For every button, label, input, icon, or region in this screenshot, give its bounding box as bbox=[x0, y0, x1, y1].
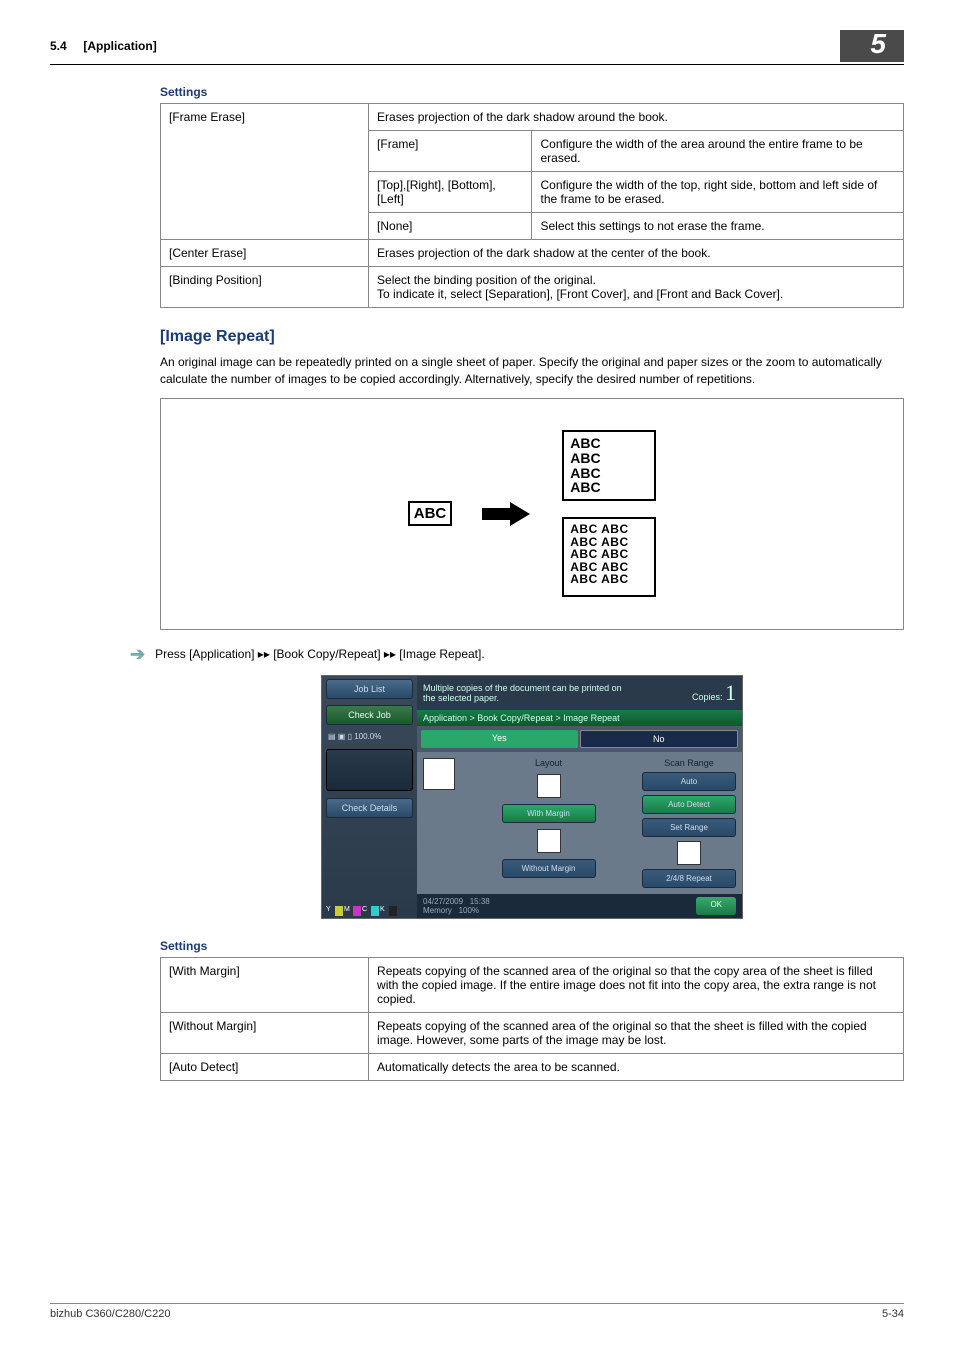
cell-frame-erase-label: [Frame Erase] bbox=[161, 104, 369, 240]
auto-button[interactable]: Auto bbox=[642, 772, 736, 791]
step-instruction: ➔ Press [Application] ▸▸ [Book Copy/Repe… bbox=[130, 644, 904, 665]
cell-with-margin-desc: Repeats copying of the scanned area of t… bbox=[369, 957, 904, 1012]
chapter-badge: 5 bbox=[840, 30, 904, 62]
scan-range-label: Scan Range bbox=[664, 758, 714, 768]
breadcrumb: Application > Book Copy/Repeat > Image R… bbox=[417, 710, 742, 726]
cell-without-margin-desc: Repeats copying of the scanned area of t… bbox=[369, 1012, 904, 1053]
ui-memory-label: Memory bbox=[423, 906, 452, 915]
without-margin-button[interactable]: Without Margin bbox=[502, 859, 596, 878]
tab-yes[interactable]: Yes bbox=[421, 730, 578, 748]
diagram-original: ABC bbox=[408, 501, 453, 526]
check-job-button[interactable]: Check Job bbox=[326, 705, 413, 725]
cell-frame-desc: Configure the width of the area around t… bbox=[532, 131, 904, 172]
cell-none-label: [None] bbox=[369, 213, 532, 240]
thumb-icon bbox=[423, 758, 455, 790]
layout-label: Layout bbox=[535, 758, 562, 768]
step-arrow-icon: ➔ bbox=[130, 644, 145, 665]
cell-none-desc: Select this settings to not erase the fr… bbox=[532, 213, 904, 240]
repeat-248-button[interactable]: 2/4/8 Repeat bbox=[642, 869, 736, 888]
cell-binding-label: [Binding Position] bbox=[161, 267, 369, 308]
image-repeat-diagram: ABC ABC ABC ABC ABC ABC ABC ABC ABC ABC … bbox=[160, 398, 904, 630]
ui-memory-pct: 100% bbox=[459, 906, 479, 915]
toner-meter bbox=[326, 749, 413, 791]
section-number: 5.4 bbox=[50, 39, 67, 53]
ui-date: 04/27/2009 bbox=[423, 897, 463, 906]
ui-top-text: Multiple copies of the document can be p… bbox=[423, 683, 623, 703]
page-header: 5.4 [Application] 5 bbox=[50, 30, 904, 65]
cell-trbl-label: [Top],[Right], [Bottom], [Left] bbox=[369, 172, 532, 213]
footer-page: 5-34 bbox=[882, 1308, 904, 1320]
ui-panel: Job List Check Job ▤ ▣ ▯ 100.0% Check De… bbox=[321, 675, 743, 919]
ui-time: 15:38 bbox=[470, 897, 490, 906]
cell-with-margin-label: [With Margin] bbox=[161, 957, 369, 1012]
section-title: [Application] bbox=[83, 39, 156, 53]
image-repeat-heading: [Image Repeat] bbox=[160, 328, 904, 346]
settings-table-1: [Frame Erase] Erases projection of the d… bbox=[160, 103, 904, 308]
cell-center-erase-desc: Erases projection of the dark shadow at … bbox=[369, 240, 904, 267]
diagram-output-grid: ABC ABC ABC ABC ABC ABC ABC ABC ABC ABC bbox=[562, 517, 656, 597]
toner-indicators: Y M C K bbox=[322, 904, 417, 918]
cell-auto-detect-desc: Automatically detects the area to be sca… bbox=[369, 1053, 904, 1080]
toner-percent: ▤ ▣ ▯ 100.0% bbox=[322, 728, 417, 745]
with-margin-button[interactable]: With Margin bbox=[502, 804, 596, 823]
cell-auto-detect-label: [Auto Detect] bbox=[161, 1053, 369, 1080]
settings-table-2: [With Margin] Repeats copying of the sca… bbox=[160, 957, 904, 1081]
page-footer: bizhub C360/C280/C220 5-34 bbox=[50, 1303, 904, 1320]
ui-copies: Copies: 1 bbox=[692, 680, 736, 706]
check-details-button[interactable]: Check Details bbox=[326, 798, 413, 818]
auto-detect-button[interactable]: Auto Detect bbox=[642, 795, 736, 814]
cell-trbl-desc: Configure the width of the top, right si… bbox=[532, 172, 904, 213]
ok-button[interactable]: OK bbox=[696, 897, 736, 915]
footer-model: bizhub C360/C280/C220 bbox=[50, 1308, 170, 1320]
cell-frame-label: [Frame] bbox=[369, 131, 532, 172]
set-range-button[interactable]: Set Range bbox=[642, 818, 736, 837]
cell-frame-erase-desc: Erases projection of the dark shadow aro… bbox=[369, 104, 904, 131]
repeat-thumb bbox=[677, 841, 701, 865]
step-text: Press [Application] ▸▸ [Book Copy/Repeat… bbox=[155, 647, 485, 661]
image-repeat-desc: An original image can be repeatedly prin… bbox=[160, 354, 904, 388]
cell-center-erase-label: [Center Erase] bbox=[161, 240, 369, 267]
layout-thumb-1 bbox=[537, 774, 561, 798]
job-list-button[interactable]: Job List bbox=[326, 679, 413, 699]
diagram-output-stacked: ABC ABC ABC ABC bbox=[562, 430, 656, 501]
cell-binding-desc: Select the binding position of the origi… bbox=[369, 267, 904, 308]
layout-thumb-2 bbox=[537, 829, 561, 853]
arrow-icon bbox=[482, 504, 532, 524]
settings-heading-1: Settings bbox=[160, 85, 904, 99]
settings-heading-2: Settings bbox=[160, 939, 904, 953]
cell-without-margin-label: [Without Margin] bbox=[161, 1012, 369, 1053]
tab-no[interactable]: No bbox=[580, 730, 739, 748]
